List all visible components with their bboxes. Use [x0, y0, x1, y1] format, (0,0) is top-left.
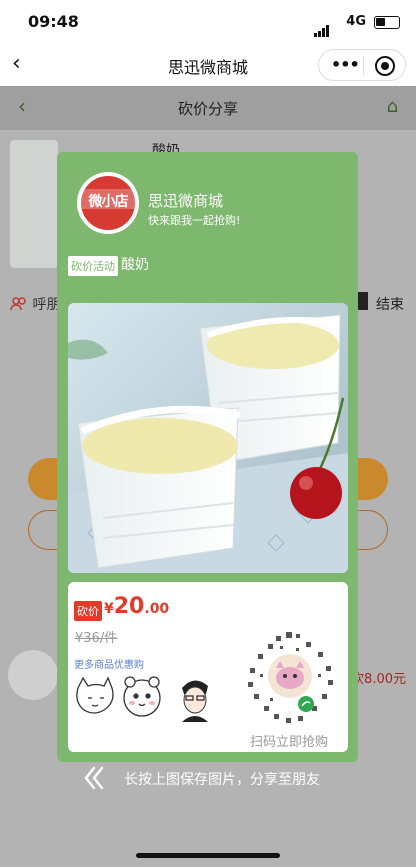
background-primary-button-right: [358, 458, 388, 500]
bargain-price-tag: 砍价: [74, 601, 102, 621]
save-share-hint: 长按上图保存图片，分享至朋友: [80, 764, 380, 792]
price-decimal: .00: [144, 601, 170, 617]
shop-slogan: 快来跟我一起抢购!: [148, 214, 241, 227]
nav-bar: ‹ 思迅微商城 •••: [0, 44, 416, 86]
shop-logo: 微小店: [77, 172, 139, 234]
background-secondary-button-left: [28, 510, 58, 550]
battery-level: [376, 18, 385, 26]
activity-tag: 砍价活动: [68, 256, 118, 276]
battery-icon: [374, 16, 400, 29]
background-end-label: 结束: [376, 297, 404, 313]
background-header: ‹ 砍价分享 ⌂: [0, 86, 416, 130]
more-deals-link[interactable]: 更多商品优惠购: [74, 656, 144, 671]
bargain-price: ¥20.00: [104, 594, 169, 619]
background-side-price: 砍8.00元: [351, 672, 406, 687]
product-name: 酸奶: [121, 257, 149, 273]
network-type: 4G: [346, 14, 366, 29]
cat-sticker-icon: [76, 676, 114, 714]
close-miniapp-icon[interactable]: [375, 56, 395, 76]
miniapp-capsule: •••: [318, 49, 406, 81]
background-secondary-button-right: [358, 510, 388, 550]
status-time: 09:48: [28, 12, 79, 31]
save-share-hint-text: 长按上图保存图片，分享至朋友: [124, 772, 320, 788]
price-integer: 20: [113, 594, 145, 619]
background-primary-button-left: [28, 458, 58, 500]
shop-logo-text: 微小店: [88, 194, 129, 210]
home-indicator[interactable]: [136, 853, 280, 858]
background-title: 砍价分享: [177, 100, 238, 118]
status-bar: 09:48 4G: [0, 0, 416, 44]
share-poster-card[interactable]: 微小店 思迅微商城 快来跟我一起抢购! 砍价活动 酸奶 砍价 ¥20.00 ¥3…: [57, 152, 358, 762]
background-shop-logo: [8, 650, 58, 700]
mini-program-qr-code[interactable]: [240, 628, 340, 728]
friends-icon: [10, 297, 26, 311]
signal-icon: [314, 18, 330, 37]
bear-sticker-icon: [123, 676, 161, 717]
boy-sticker-icon: [182, 680, 208, 722]
long-press-hand-icon: [84, 766, 104, 790]
more-menu-icon[interactable]: •••: [331, 55, 360, 74]
price-currency: ¥: [104, 601, 114, 617]
price-panel: 砍价 ¥20.00 ¥36/件 更多商品优惠购 扫码立即抢购: [68, 582, 348, 752]
background-product-image: [10, 140, 58, 268]
original-price: ¥36/件: [75, 631, 118, 646]
background-call-friends: 呼朋: [10, 294, 60, 314]
qr-code-icon: [248, 632, 333, 723]
cartoon-stickers: [76, 676, 208, 722]
home-icon: ⌂: [386, 96, 398, 117]
scan-to-buy-label: 扫码立即抢购: [250, 735, 329, 750]
product-photo: [68, 303, 348, 573]
capsule-divider: [363, 57, 364, 75]
yogurt-illustration: [68, 303, 348, 573]
shop-name: 思迅微商城: [148, 192, 224, 210]
